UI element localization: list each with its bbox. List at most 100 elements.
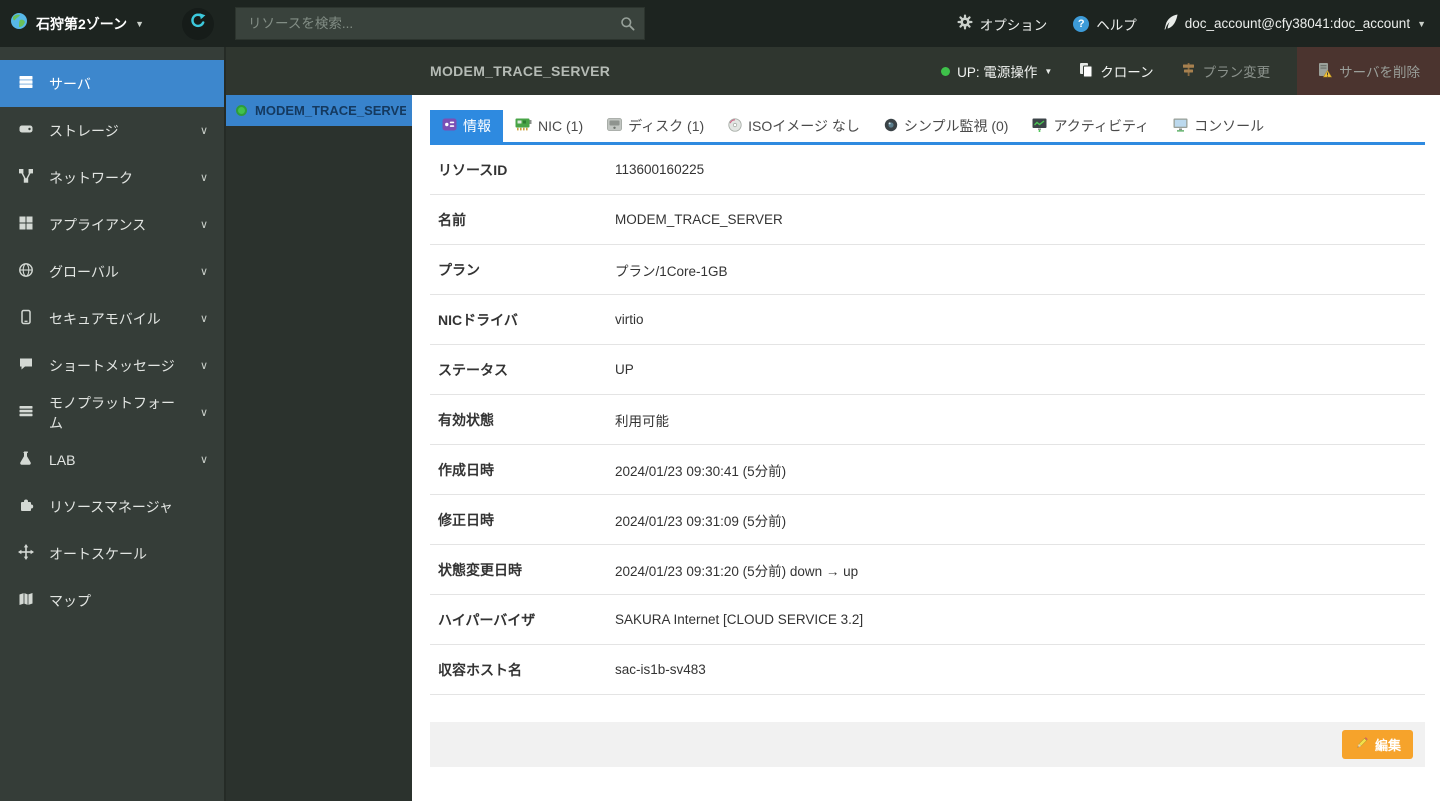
sidebar-item-short-message[interactable]: ショートメッセージ ∨ xyxy=(0,342,224,389)
sidebar-item-appliance[interactable]: アプライアンス ∨ xyxy=(0,201,224,248)
signpost-icon xyxy=(1181,62,1196,80)
sidebar-item-label: ショートメッセージ xyxy=(49,357,175,374)
row-label: 状態変更日時 xyxy=(438,561,522,578)
row-value: virtio xyxy=(615,312,644,327)
network-icon xyxy=(18,168,34,187)
mobile-icon xyxy=(18,309,34,328)
row-label: ステータス xyxy=(438,361,508,378)
tab-label: NIC (1) xyxy=(538,118,584,134)
tab-simple-monitor[interactable]: シンプル監視 (0) xyxy=(872,110,1021,142)
row-label: 有効状態 xyxy=(438,411,494,428)
row-value: UP xyxy=(615,362,634,377)
clone-icon xyxy=(1079,62,1093,81)
storage-icon xyxy=(18,121,34,140)
pencil-icon xyxy=(1354,736,1369,754)
table-row: 名前 MODEM_TRACE_SERVER xyxy=(430,195,1425,245)
edit-button[interactable]: 編集 xyxy=(1341,730,1413,759)
disk-icon xyxy=(607,118,623,134)
appliance-icon xyxy=(18,215,34,234)
list-item[interactable]: MODEM_TRACE_SERVER xyxy=(226,95,412,126)
row-label: NICドライバ xyxy=(438,311,518,328)
row-label: 名前 xyxy=(438,211,466,228)
tab-console[interactable]: コンソール xyxy=(1161,110,1276,142)
row-value: sac-is1b-sv483 xyxy=(615,662,706,677)
sidebar-item-label: マップ xyxy=(49,592,91,609)
clone-button[interactable]: クローン xyxy=(1079,61,1154,81)
plan-change-label: プラン変更 xyxy=(1202,65,1271,80)
plan-change-button[interactable]: プラン変更 xyxy=(1181,61,1271,81)
row-label: 修正日時 xyxy=(438,511,494,528)
tab-iso[interactable]: ISOイメージ なし xyxy=(716,110,872,142)
power-menu-button[interactable]: UP: 電源操作 ▼ xyxy=(941,61,1052,81)
tab-nic[interactable]: NIC (1) xyxy=(503,110,595,142)
refresh-button[interactable] xyxy=(182,7,215,40)
search-icon[interactable] xyxy=(620,16,635,36)
sidebar-item-storage[interactable]: ストレージ ∨ xyxy=(0,107,224,154)
activity-icon xyxy=(1032,118,1047,135)
sidebar-item-global[interactable]: グローバル ∨ xyxy=(0,248,224,295)
row-value: 利用可能 xyxy=(615,413,669,429)
row-value: 113600160225 xyxy=(615,162,705,177)
tab-disk[interactable]: ディスク (1) xyxy=(595,110,716,142)
sidebar-item-mono-platform[interactable]: モノプラットフォーム ∨ xyxy=(0,389,224,436)
table-row: ハイパーバイザ SAKURA Internet [CLOUD SERVICE 3… xyxy=(430,595,1425,645)
message-icon xyxy=(18,356,34,375)
topbar: 石狩第2ゾーン ▼ オプション ? ヘルプ doc_account@cfy380… xyxy=(0,0,1440,47)
row-value: MODEM_TRACE_SERVER xyxy=(615,212,783,227)
page-title: MODEM_TRACE_SERVER xyxy=(430,63,611,79)
autoscale-icon xyxy=(18,544,34,563)
monitor-watch-icon xyxy=(884,118,898,135)
header-actions: UP: 電源操作 ▼ クローン プラン変更 サーバを削除 xyxy=(914,47,1440,95)
puzzle-icon xyxy=(18,497,34,516)
tab-label: 情報 xyxy=(463,118,491,134)
chevron-down-icon: ▼ xyxy=(1417,18,1426,29)
help-button[interactable]: ? ヘルプ xyxy=(1073,14,1137,34)
tab-label: シンプル監視 (0) xyxy=(903,118,1009,134)
row-label: 作成日時 xyxy=(438,461,494,478)
delete-server-label: サーバを削除 xyxy=(1339,65,1420,80)
power-status-icon xyxy=(941,66,951,76)
zone-selector[interactable]: 石狩第2ゾーン ▼ xyxy=(0,12,158,35)
content-area: MODEM_TRACE_SERVER UP: 電源操作 ▼ クローン プラン変更 xyxy=(226,47,1440,801)
delete-server-button[interactable]: サーバを削除 xyxy=(1297,47,1440,95)
row-value: 2024/01/23 09:31:09 (5分前) xyxy=(615,513,787,529)
tab-label: ディスク (1) xyxy=(628,118,705,134)
search-input[interactable] xyxy=(235,7,646,40)
chevron-down-icon: ∨ xyxy=(199,125,208,137)
sidebar-item-server[interactable]: サーバ xyxy=(0,60,224,107)
sidebar-item-secure-mobile[interactable]: セキュアモバイル ∨ xyxy=(0,295,224,342)
sidebar-item-autoscale[interactable]: オートスケール xyxy=(0,530,224,577)
list-pane-header xyxy=(226,47,412,95)
sidebar-item-label: リソースマネージャ xyxy=(49,498,173,515)
chevron-down-icon: ∨ xyxy=(199,407,208,419)
sidebar-item-label: サーバ xyxy=(49,75,91,92)
sidebar-item-network[interactable]: ネットワーク ∨ xyxy=(0,154,224,201)
tab-activity[interactable]: アクティビティ xyxy=(1020,110,1161,142)
sidebar-item-label: グローバル xyxy=(49,263,119,280)
sidebar-item-lab[interactable]: LAB ∨ xyxy=(0,436,224,483)
flask-icon xyxy=(18,450,34,469)
row-label: プラン xyxy=(438,261,480,278)
tab-info[interactable]: 情報 xyxy=(430,110,503,142)
sidebar-item-label: オートスケール xyxy=(49,545,147,562)
clone-label: クローン xyxy=(1100,65,1154,80)
options-label: オプション xyxy=(979,17,1048,33)
sidebar-item-label: モノプラットフォーム xyxy=(49,394,175,431)
table-row: リソースID 113600160225 xyxy=(430,145,1425,195)
table-row: プラン プラン/1Core-1GB xyxy=(430,245,1425,295)
action-footer: 編集 xyxy=(430,722,1425,767)
nic-icon xyxy=(515,118,532,134)
sidebar-item-label: アプライアンス xyxy=(49,216,147,233)
row-value: プラン/1Core-1GB xyxy=(615,263,728,279)
options-button[interactable]: オプション xyxy=(957,14,1048,34)
power-label: UP: 電源操作 xyxy=(957,65,1038,80)
list-item-label: MODEM_TRACE_SERVER xyxy=(255,103,406,118)
table-row: 作成日時 2024/01/23 09:30:41 (5分前) xyxy=(430,445,1425,495)
account-menu[interactable]: doc_account@cfy38041:doc_account ▼ xyxy=(1163,14,1426,33)
chevron-down-icon: ∨ xyxy=(199,360,208,372)
row-value: 2024/01/23 09:31:20 (5分前) down → up xyxy=(615,563,859,579)
sidebar-item-map[interactable]: マップ xyxy=(0,577,224,624)
platform-icon xyxy=(18,403,34,422)
sidebar-item-label: LAB xyxy=(49,451,76,468)
sidebar-item-resource-manager[interactable]: リソースマネージャ xyxy=(0,483,224,530)
